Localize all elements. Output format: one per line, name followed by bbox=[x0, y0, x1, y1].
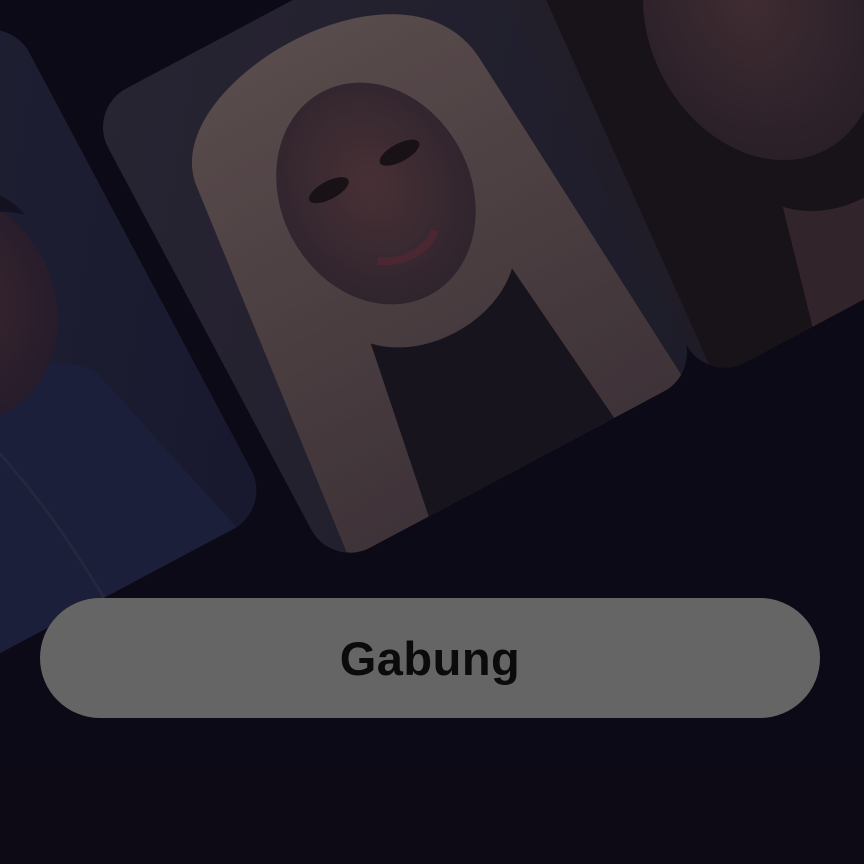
join-button[interactable]: Gabung bbox=[40, 598, 820, 718]
onboarding-screen: Gabung bbox=[0, 0, 864, 864]
profile-photo-strip bbox=[0, 0, 864, 864]
